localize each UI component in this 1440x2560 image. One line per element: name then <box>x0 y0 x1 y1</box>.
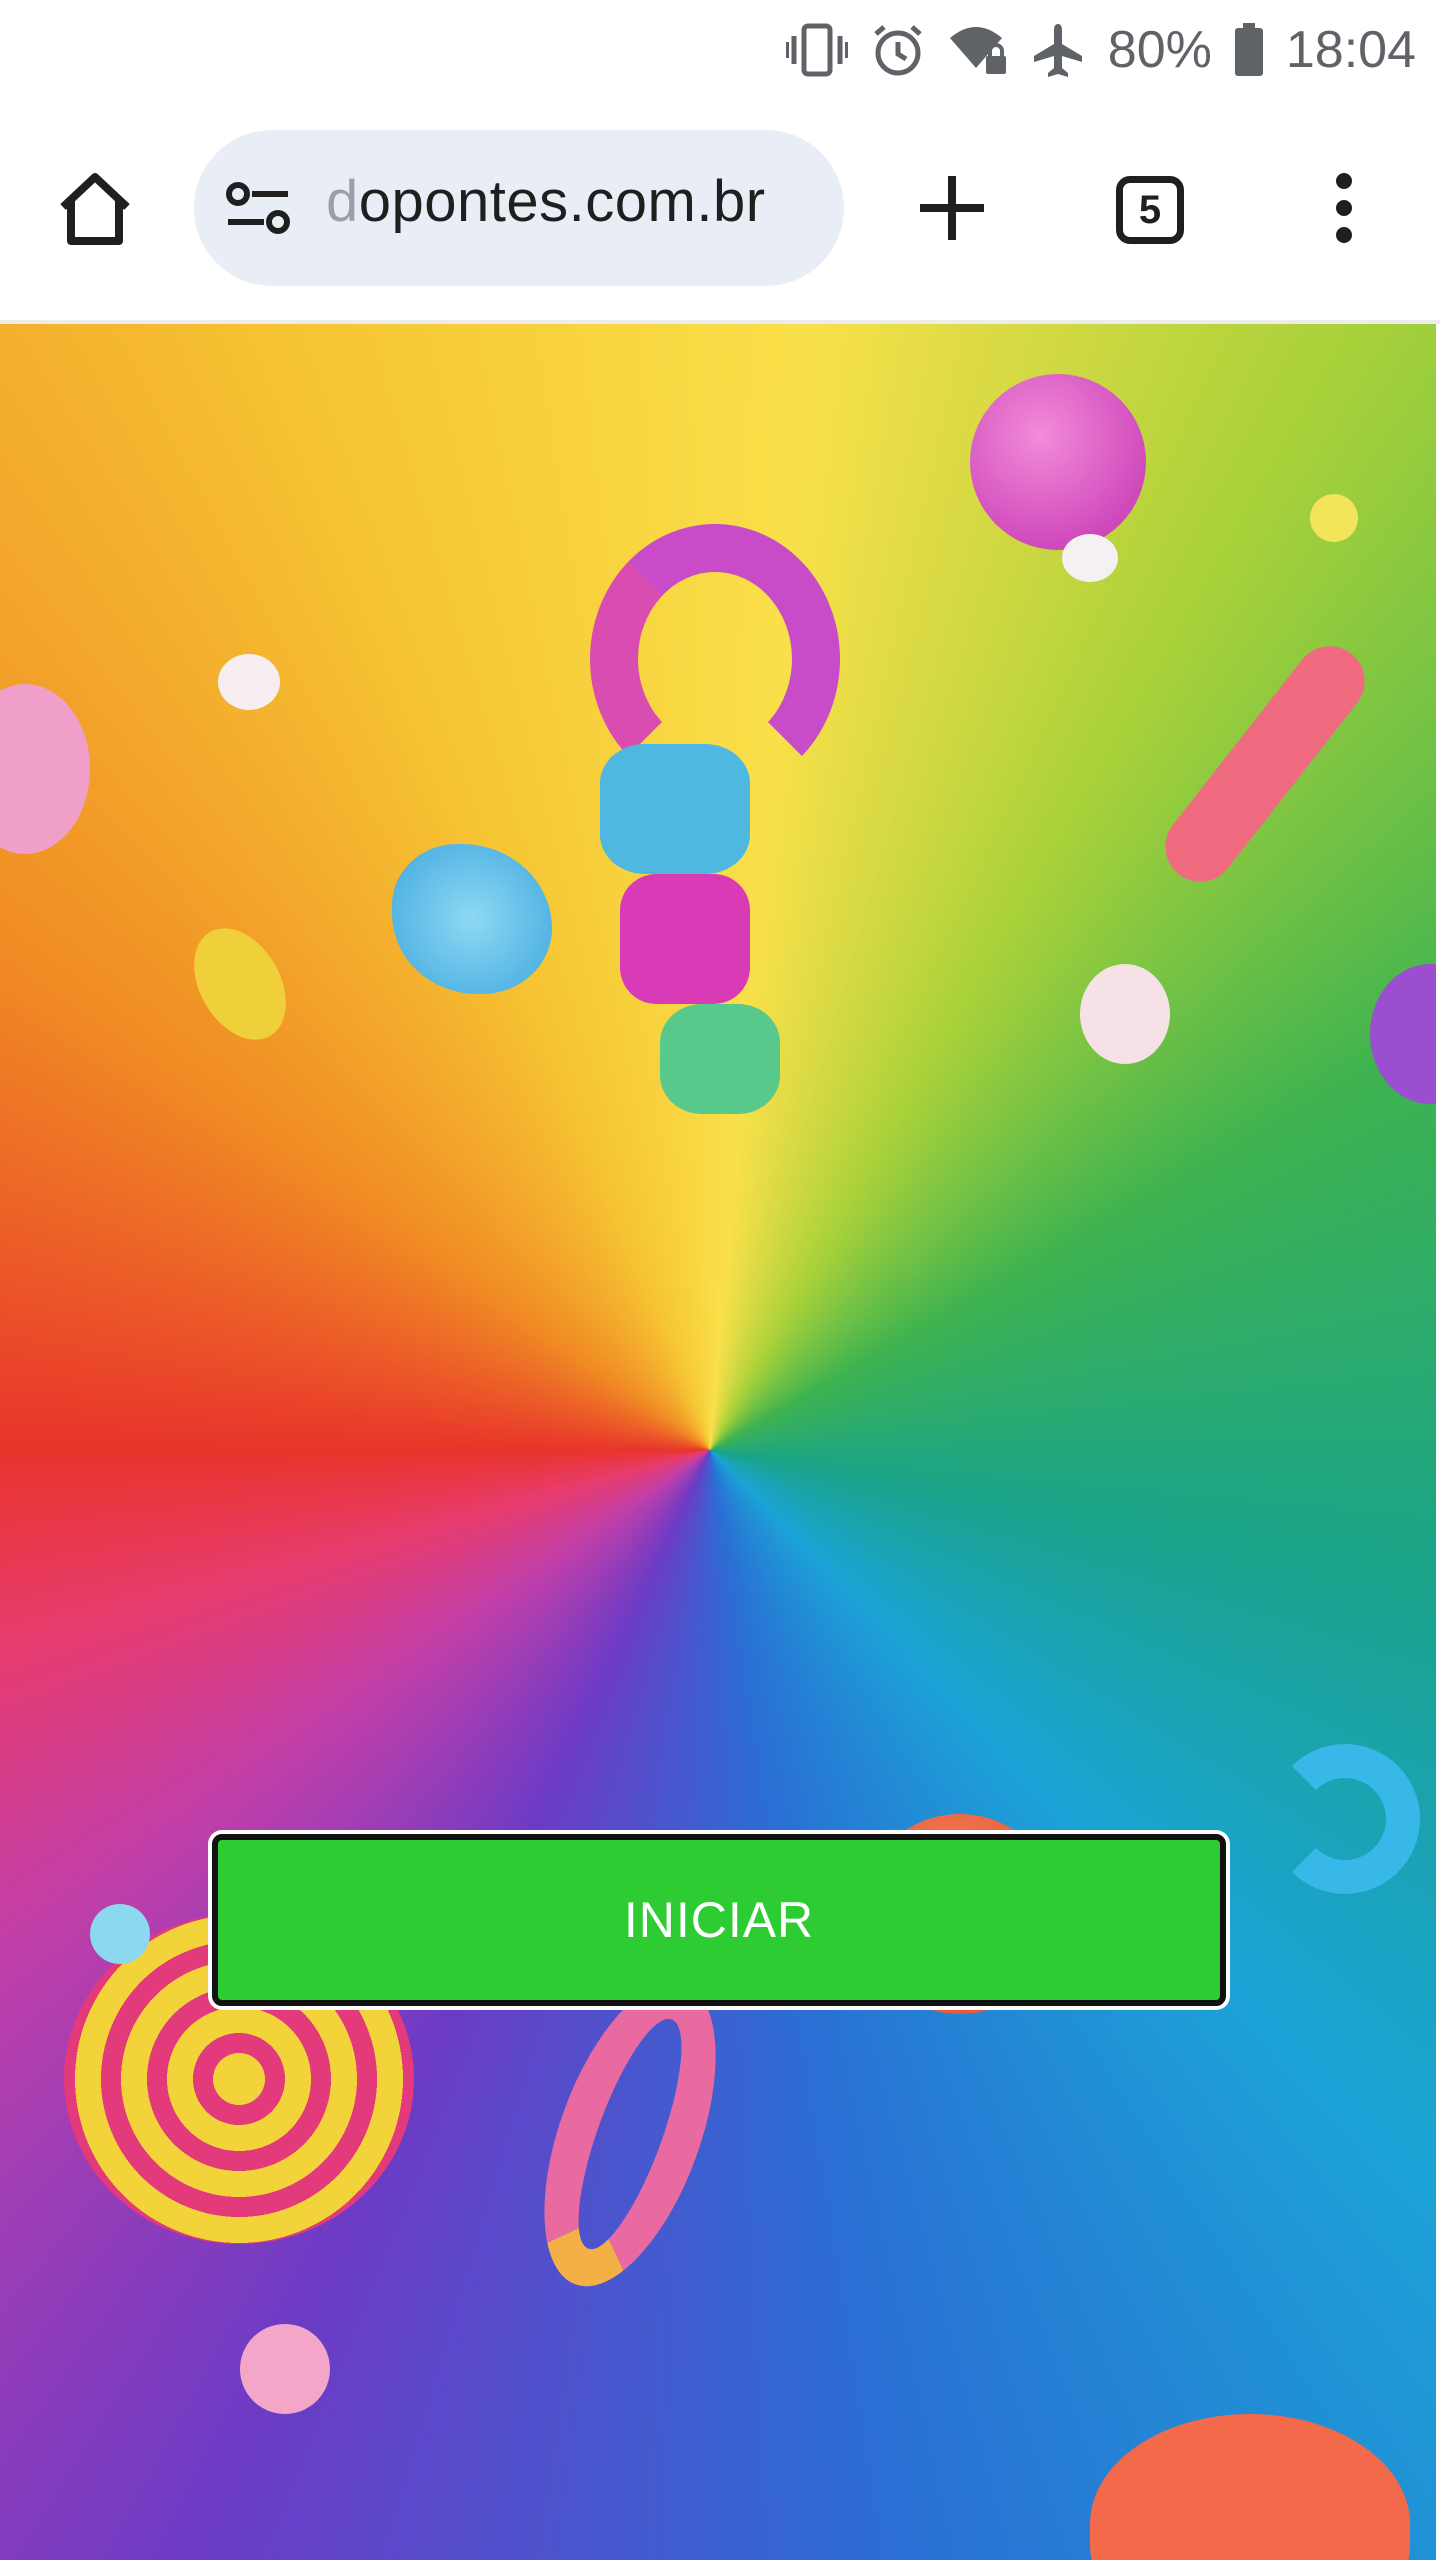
pink-streak <box>1151 632 1379 896</box>
url-prefix: d <box>326 169 359 234</box>
more-menu-button[interactable] <box>1316 166 1372 254</box>
ribbon-shape <box>509 1959 751 2309</box>
battery-icon <box>1234 22 1264 78</box>
address-bar[interactable]: dopontes.com.br <box>194 130 844 286</box>
blue-hook <box>1270 1744 1420 1894</box>
pink-dot <box>240 2324 330 2414</box>
puzzle-pink <box>620 874 750 1004</box>
yellow-ribbon <box>175 912 305 1056</box>
status-icons: 80% 18:04 <box>785 14 1416 86</box>
url-domain: opontes.com.br <box>358 169 766 234</box>
tab-count: 5 <box>1138 187 1162 232</box>
airplane-mode-icon <box>1030 22 1086 78</box>
home-button[interactable] <box>52 168 138 254</box>
home-icon <box>55 169 135 254</box>
white-dot-2 <box>218 654 280 710</box>
more-menu-icon <box>1334 172 1354 248</box>
puzzle-green <box>660 1004 780 1114</box>
white-egg <box>1080 964 1170 1064</box>
puzzle-blue <box>600 744 750 874</box>
start-button[interactable]: INICIAR <box>212 1834 1226 2006</box>
status-bar: 80% 18:04 <box>0 0 1440 100</box>
pink-ball <box>970 374 1146 550</box>
blue-splash <box>392 844 552 994</box>
alarm-icon <box>870 22 926 78</box>
vibrate-icon <box>785 22 848 78</box>
white-dot <box>1062 534 1118 582</box>
page-edge <box>1436 324 1440 2560</box>
new-tab-button[interactable] <box>908 166 996 254</box>
orange-heart <box>1090 2414 1410 2560</box>
battery-percent: 80% <box>1107 21 1212 79</box>
new-tab-icon <box>916 172 988 249</box>
tab-switcher-icon[interactable]: 5 <box>1116 176 1184 244</box>
rainbow-background-image: INICIAR <box>0 324 1440 2560</box>
url-text: dopontes.com.br <box>326 168 766 235</box>
pink-blob-left <box>0 684 90 854</box>
wifi-locked-icon <box>948 22 1008 78</box>
blue-dot <box>90 1904 150 1964</box>
clock: 18:04 <box>1285 21 1416 79</box>
yellow-dot <box>1310 494 1358 542</box>
browser-toolbar: dopontes.com.br 5 <box>0 100 1440 324</box>
purple-splash <box>1370 964 1440 1104</box>
site-settings-icon[interactable] <box>224 176 292 240</box>
